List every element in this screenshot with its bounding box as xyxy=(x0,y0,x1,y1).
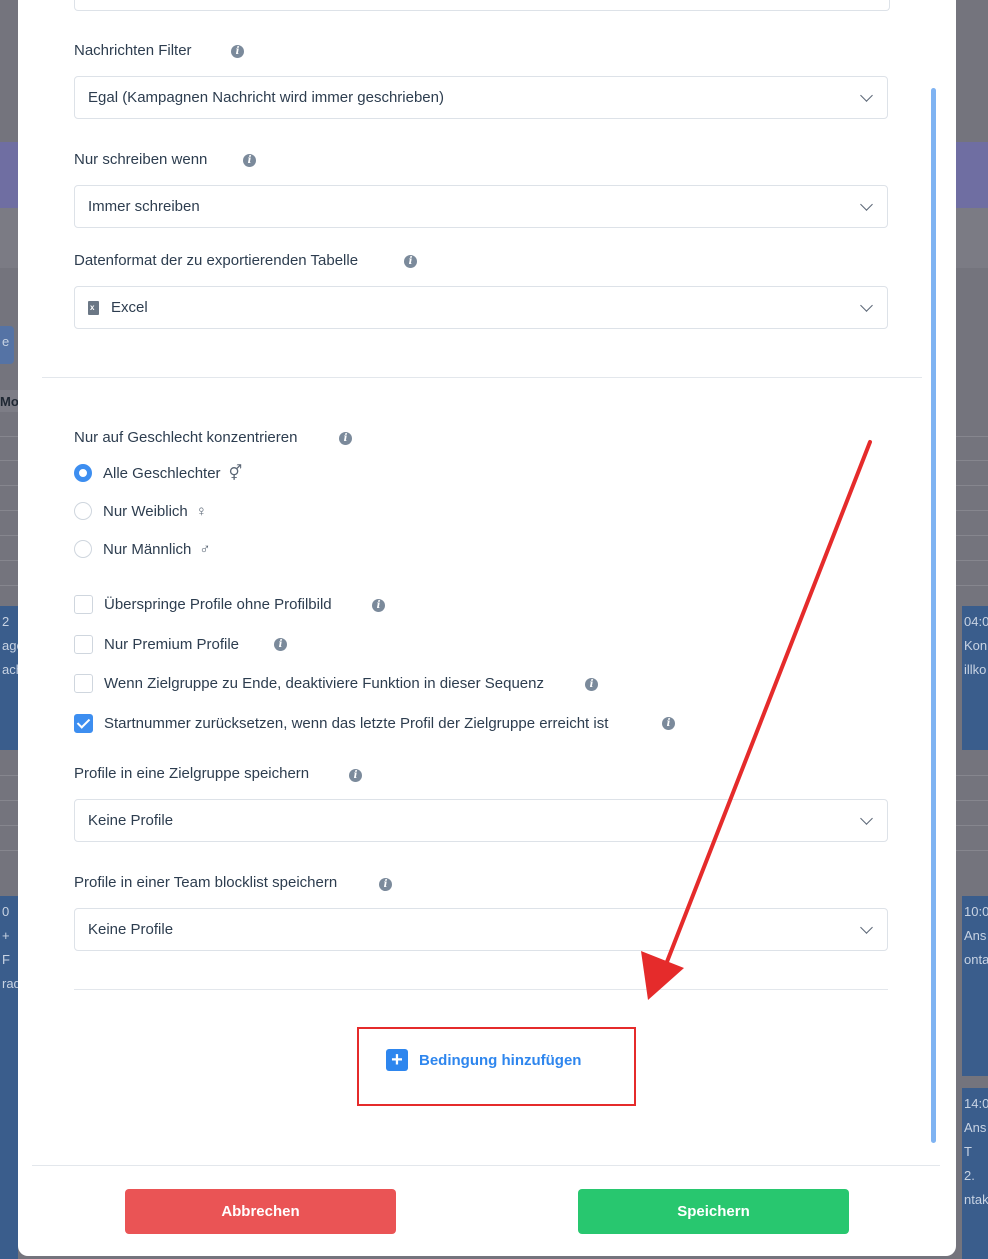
annotation-arrow-icon xyxy=(641,440,872,1000)
